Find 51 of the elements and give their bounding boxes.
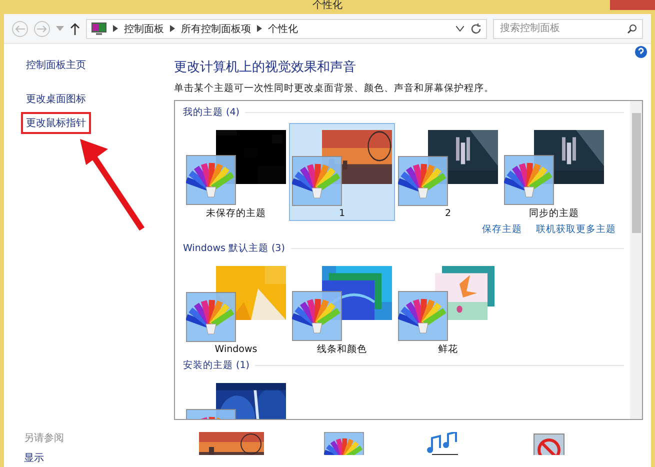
sidebar-link[interactable]: 更改鼠标指针 [21, 112, 91, 134]
theme-tile[interactable]: 1 [289, 123, 395, 221]
forward-arrow-icon [37, 24, 47, 32]
theme-link[interactable]: 保存主题 [482, 223, 522, 236]
group-title: 安装的主题 (1) [183, 359, 250, 372]
palette-icon [292, 291, 342, 341]
palette-icon [186, 292, 236, 342]
description: 单击某个主题可一次性同时更改桌面背景、颜色、声音和屏幕保护程序。 [174, 82, 495, 95]
scrollbar[interactable] [630, 101, 642, 419]
theme-tile[interactable]: 未保存的主题 [183, 123, 289, 221]
breadcrumb[interactable]: 所有控制面板项 [181, 22, 251, 36]
search-field[interactable]: 搜索控制面板 [493, 18, 643, 38]
sidebar-link[interactable]: 更改桌面图标 [21, 88, 91, 110]
theme-name: 未保存的主题 [206, 207, 266, 220]
address-bar[interactable]: 控制面板 所有控制面板项 个性化 [86, 18, 487, 38]
up-arrow-icon[interactable] [70, 22, 80, 34]
theme-tile[interactable]: Windows [183, 259, 289, 357]
monitor-icon [91, 22, 107, 36]
dropdown-icon[interactable] [456, 26, 464, 32]
breadcrumb[interactable]: 个性化 [268, 22, 298, 36]
palette-icon [186, 155, 236, 205]
sidebar-link[interactable]: 显示 [24, 451, 44, 465]
chevron-icon [170, 25, 175, 32]
theme-name: 2 [444, 208, 452, 219]
theme-tile[interactable]: 2 [395, 123, 501, 221]
page-heading: 更改计算机上的视觉效果和声音 [174, 59, 357, 76]
theme-tile[interactable]: 鲜花 [395, 259, 501, 357]
search-icon[interactable] [627, 24, 637, 34]
group-title: Windows 默认主题 (3) [183, 242, 285, 255]
window-title: 个性化 [312, 0, 342, 11]
group-title: 我的主题 (4) [183, 106, 240, 119]
breadcrumb[interactable]: 控制面板 [124, 22, 164, 36]
refresh-icon[interactable] [470, 22, 482, 34]
theme-name: 线条和颜色 [317, 343, 367, 356]
theme-name: 同步的主题 [529, 207, 579, 220]
chevron-icon [113, 25, 118, 32]
chevron-icon [257, 25, 262, 32]
help-icon[interactable] [635, 46, 647, 58]
theme-tile[interactable]: 同步的主题 [501, 123, 607, 221]
theme-name: Windows [214, 344, 258, 355]
sidebar-link[interactable]: 控制面板主页 [21, 54, 91, 76]
palette-icon [504, 155, 554, 205]
theme-tile[interactable]: 线条和颜色 [289, 259, 395, 357]
theme-link[interactable]: 联机获取更多主题 [536, 223, 616, 236]
see-also-heading: 另请参阅 [24, 432, 65, 445]
palette-icon [398, 156, 448, 206]
back-arrow-icon [15, 24, 25, 32]
theme-name: 鲜花 [438, 343, 458, 356]
theme-name: 1 [338, 208, 346, 219]
palette-icon [292, 156, 342, 206]
palette-icon [398, 291, 448, 341]
